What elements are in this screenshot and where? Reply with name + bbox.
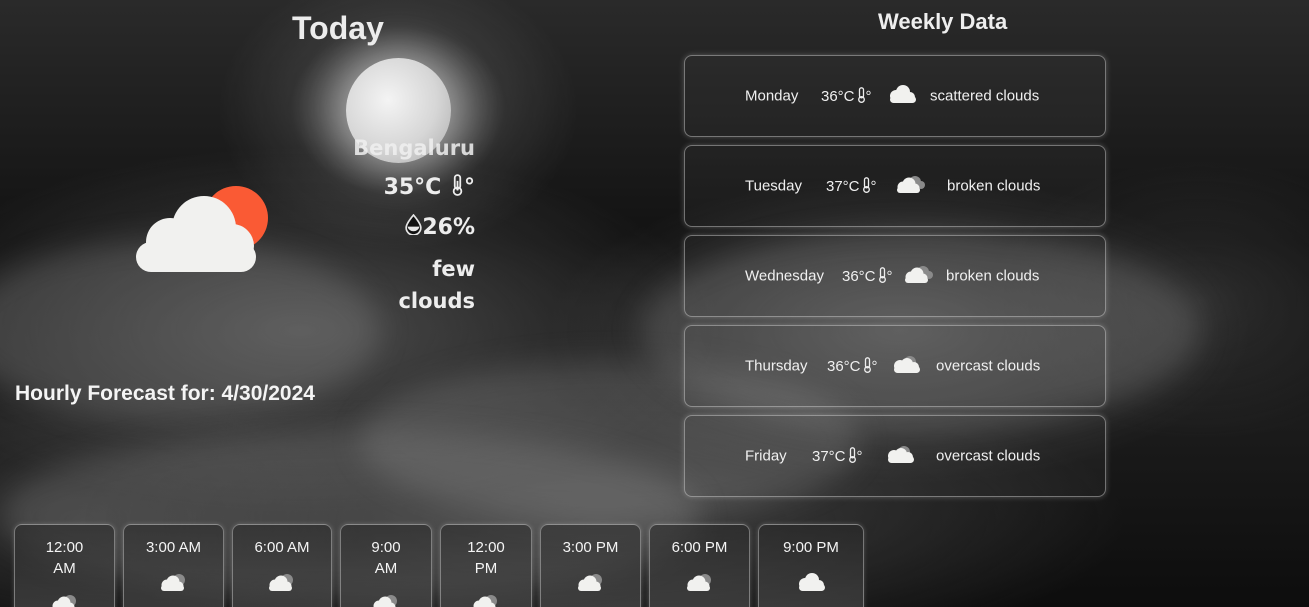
hour-label: 12:00 <box>45 539 84 556</box>
thermometer-icon <box>878 267 886 283</box>
today-title: Today <box>292 10 384 46</box>
cloud-sun-icon <box>136 186 268 272</box>
cloud-icon <box>889 353 923 379</box>
cloud-icon <box>883 443 917 469</box>
cloud-icon <box>160 574 185 591</box>
description-line: few <box>432 257 475 281</box>
day-condition: scattered clouds <box>930 87 1040 105</box>
hourly-card: 6:00 AM <box>232 524 332 607</box>
thermometer-icon <box>452 174 463 196</box>
cloud-icon <box>373 595 397 607</box>
day-temperature: 36°C ° <box>842 267 893 285</box>
humidity-value: 26% <box>422 215 475 240</box>
day-temperature: 36°C ° <box>821 87 872 105</box>
hourly-card: 12:00 PM <box>440 524 532 607</box>
hour-label: 3:00 AM <box>145 539 202 556</box>
thermometer-icon <box>848 447 856 463</box>
hour-label: 9:00 PM <box>783 539 839 556</box>
hour-label: PM <box>474 560 498 577</box>
hourly-card: 3:00 PM <box>540 524 641 607</box>
degree-symbol: ° <box>464 175 475 200</box>
day-name: Wednesday <box>745 267 824 285</box>
hour-label: 9:00 <box>371 539 401 556</box>
hourly-card: 12:00 AM <box>14 524 115 607</box>
weekly-day-card: Tuesday 37°C ° broken clouds <box>684 145 1106 227</box>
day-name: Friday <box>745 447 787 465</box>
thermometer-icon <box>862 177 870 193</box>
day-condition: broken clouds <box>947 177 1041 195</box>
droplet-icon <box>405 213 423 236</box>
day-name: Tuesday <box>745 177 802 195</box>
cloud-icon <box>473 595 497 607</box>
thermometer-icon <box>863 357 871 373</box>
day-temperature: 36°C ° <box>827 357 878 375</box>
weekly-title: Weekly Data <box>878 9 1008 34</box>
cloud-icon <box>901 263 935 289</box>
weather-description: few clouds <box>398 253 475 317</box>
hourly-card: 6:00 PM <box>649 524 750 607</box>
day-condition: overcast clouds <box>936 357 1041 375</box>
hourly-card: 9:00 PM <box>758 524 864 607</box>
day-temperature: 37°C ° <box>826 177 877 195</box>
hour-label: AM <box>53 560 76 577</box>
cloud-icon <box>269 574 293 591</box>
hourly-forecast-title: Hourly Forecast for: 4/30/2024 <box>15 382 315 405</box>
hour-label: 6:00 AM <box>254 539 310 556</box>
thermometer-icon <box>857 87 865 103</box>
cloud-icon <box>893 173 927 199</box>
current-temperature: 35°C ° <box>384 174 475 200</box>
cloud-icon <box>885 83 919 109</box>
day-name: Thursday <box>745 357 808 375</box>
hour-label: 3:00 PM <box>562 539 619 556</box>
hourly-card: 3:00 AM <box>123 524 224 607</box>
day-condition: broken clouds <box>946 267 1040 285</box>
weekly-day-card: Thursday 36°C ° overcast clouds <box>684 325 1106 407</box>
weekly-day-card: Friday 37°C ° overcast clouds <box>684 415 1106 497</box>
day-temperature: 37°C ° <box>812 447 863 465</box>
weekly-day-card: Monday 36°C ° scattered clouds <box>684 55 1106 137</box>
description-line: clouds <box>398 289 475 313</box>
cloud-icon <box>577 574 602 591</box>
hour-label: 12:00 <box>467 539 505 556</box>
hour-label: 6:00 PM <box>671 539 728 556</box>
day-condition: overcast clouds <box>936 447 1041 465</box>
hour-label: AM <box>374 560 398 577</box>
weekly-day-card: Wednesday 36°C ° broken clouds <box>684 235 1106 317</box>
day-name: Monday <box>745 87 799 105</box>
hourly-card: 9:00 AM <box>340 524 432 607</box>
current-humidity: 26% <box>405 213 475 240</box>
city-name: Bengaluru <box>353 136 475 160</box>
cloud-icon <box>799 573 825 591</box>
cloud-icon <box>686 574 711 591</box>
temperature-value: 35°C <box>383 175 442 200</box>
cloud-icon <box>52 595 76 607</box>
